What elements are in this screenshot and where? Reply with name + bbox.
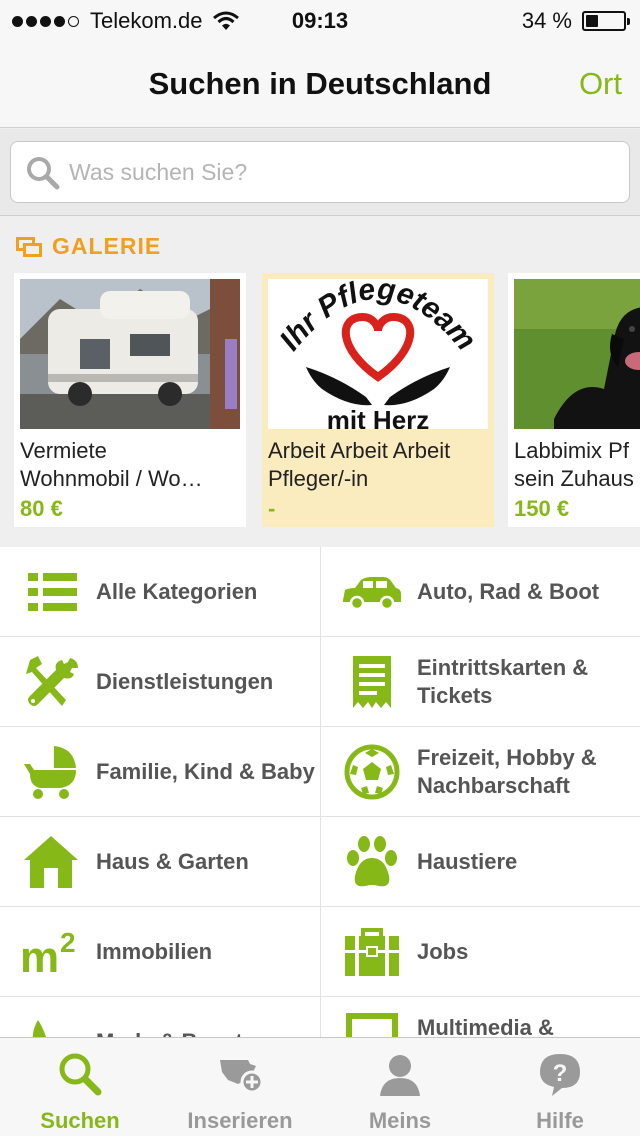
pflegeteam-logo: Ihr Pflegeteam mit Herz <box>268 279 488 429</box>
category-label: Haustiere <box>417 849 518 874</box>
tab-label: Inserieren <box>187 1108 293 1133</box>
category-immobilien[interactable]: m 2 Immobilien <box>0 907 320 997</box>
person-icon <box>380 1055 420 1096</box>
svg-text:m: m <box>20 933 59 982</box>
category-grid: Alle Kategorien Auto, Rad & Boot Dienstl… <box>0 547 640 1037</box>
fashion-icon <box>32 1020 47 1037</box>
category-label: Mode & Beauty <box>96 997 316 1037</box>
card-price: 80 € <box>20 496 63 521</box>
tab-inserieren[interactable]: Inserieren <box>160 1038 320 1136</box>
gallery-header: GALERIE <box>16 233 161 260</box>
paw-icon <box>347 836 397 887</box>
motorhome-photo <box>20 279 240 429</box>
location-button[interactable]: Ort <box>579 66 622 102</box>
category-label: Immobilien <box>96 939 213 964</box>
status-bar: Telekom.de 09:13 34 % <box>0 0 640 40</box>
tab-label: Suchen <box>40 1108 120 1133</box>
svg-text:?: ? <box>553 1060 568 1087</box>
soccer-ball-icon <box>344 744 400 800</box>
card-title-line1: Labbimix Pf <box>514 438 629 463</box>
category-label: Freizeit, Hobby & Nachbarschaft <box>417 745 597 798</box>
stroller-icon <box>24 746 76 799</box>
card-title-line1: Vermiete <box>20 438 107 463</box>
card-price: 150 € <box>514 496 570 521</box>
category-freizeit-hobby-nachbarschaft[interactable]: Freizeit, Hobby & Nachbarschaft <box>320 727 640 817</box>
category-label: Familie, Kind & Baby <box>96 759 315 784</box>
car-icon <box>343 577 401 611</box>
gallery-card-title: Labbimix Pf sein Zuhaus <box>514 437 640 493</box>
category-mode-beauty[interactable]: Mode & Beauty <box>0 997 320 1037</box>
gallery-section: GALERIE Vermiete Wohnmobil / Wo… 80 € Ih… <box>0 217 640 547</box>
house-icon <box>24 836 78 888</box>
help-bubble-icon: ? <box>540 1054 580 1096</box>
search-box[interactable] <box>10 141 630 203</box>
add-listing-icon <box>220 1060 264 1094</box>
battery-percentage: 34 % <box>521 8 572 33</box>
category-label: Haus & Garten <box>96 849 249 874</box>
gallery-card-title: Arbeit Arbeit Arbeit Pfleger/-in <box>268 437 488 493</box>
category-haustiere[interactable]: Haustiere <box>320 817 640 907</box>
category-label: Auto, Rad & Boot <box>417 579 600 604</box>
tab-meins[interactable]: Meins <box>320 1038 480 1136</box>
card-title-line2: Wohnmobil / Wo… <box>20 466 203 491</box>
category-label: Eintrittskarten & Tickets <box>417 655 589 708</box>
category-haus-garten[interactable]: Haus & Garten <box>0 817 320 907</box>
svg-text:mit Herz: mit Herz <box>327 405 430 429</box>
search-icon <box>59 1053 102 1096</box>
black-dog-photo <box>514 279 640 429</box>
category-auto-rad-boot[interactable]: Auto, Rad & Boot <box>320 547 640 637</box>
gallery-title: GALERIE <box>52 233 162 259</box>
briefcase-icon <box>345 928 399 976</box>
tab-hilfe[interactable]: ? Hilfe <box>480 1038 640 1136</box>
category-label: Multimedia & Elektronik <box>417 1015 554 1037</box>
tab-suchen[interactable]: Suchen <box>0 1038 160 1136</box>
category-eintrittskarten-tickets[interactable]: Eintrittskarten & Tickets <box>320 637 640 727</box>
category-multimedia-elektronik[interactable]: Multimedia & Elektronik <box>320 997 640 1037</box>
navigation-bar: Suchen in Deutschland Ort <box>0 40 640 128</box>
search-input[interactable] <box>69 152 609 192</box>
search-area <box>0 129 640 216</box>
monitor-icon <box>346 1013 398 1037</box>
search-icon <box>27 157 60 190</box>
card-title-line2: Pfleger/-in <box>268 466 369 491</box>
battery-icon <box>582 11 630 31</box>
gallery-icon <box>16 236 42 257</box>
category-alle-kategorien[interactable]: Alle Kategorien <box>0 547 320 637</box>
gallery-card-highlighted[interactable]: Ihr Pflegeteam mit Herz Arbeit Arbeit Ar… <box>262 273 494 527</box>
tab-bar: Suchen Inserieren Meins ? Hilfe <box>0 1037 640 1136</box>
category-dienstleistungen[interactable]: Dienstleistungen <box>0 637 320 727</box>
tools-icon <box>26 656 78 706</box>
tab-label: Meins <box>368 1108 432 1133</box>
card-title-line2: sein Zuhaus <box>514 466 634 491</box>
category-label: Alle Kategorien <box>96 579 258 604</box>
card-title-line1: Arbeit Arbeit Arbeit <box>268 438 451 463</box>
tab-label: Hilfe <box>536 1108 584 1133</box>
list-icon <box>28 573 77 611</box>
page-title: Suchen in Deutschland <box>148 66 492 101</box>
square-meter-icon: m 2 <box>20 927 76 982</box>
card-price: - <box>268 496 276 521</box>
category-label: Dienstleistungen <box>96 669 274 694</box>
gallery-carousel[interactable]: Vermiete Wohnmobil / Wo… 80 € Ihr Pflege… <box>14 273 640 527</box>
gallery-card-title: Vermiete Wohnmobil / Wo… <box>20 437 240 493</box>
app-screen: Telekom.de 09:13 34 % Suchen in Deutschl… <box>0 0 640 1136</box>
gallery-card[interactable]: Vermiete Wohnmobil / Wo… 80 € <box>14 273 246 527</box>
category-familie-kind-baby[interactable]: Familie, Kind & Baby <box>0 727 320 817</box>
category-label: Jobs <box>417 939 469 964</box>
category-jobs[interactable]: Jobs <box>320 907 640 997</box>
ticket-icon <box>353 656 391 708</box>
svg-text:2: 2 <box>60 927 76 958</box>
gallery-card[interactable]: Labbimix Pf sein Zuhaus 150 € <box>508 273 640 527</box>
